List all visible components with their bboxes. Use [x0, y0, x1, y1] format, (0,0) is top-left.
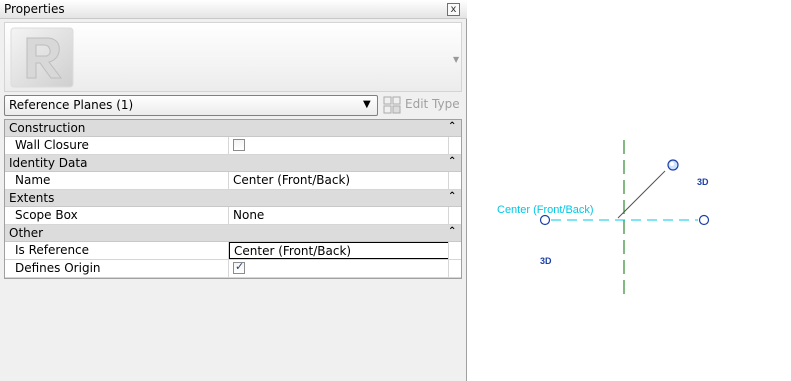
row-end-cell	[448, 207, 461, 224]
3d-toggle-label[interactable]: 3D	[697, 177, 709, 187]
property-name: Wall Closure	[15, 138, 89, 152]
edit-type-button[interactable]: Edit Type	[383, 95, 463, 116]
is-reference-input[interactable]: Center (Front/Back)	[229, 242, 449, 259]
type-selector-dropdown[interactable]: Reference Planes (1) ▼	[4, 95, 378, 116]
group-label: Construction	[9, 121, 86, 135]
close-button[interactable]: x	[447, 3, 460, 16]
property-row-scope-box: Scope Box None	[5, 207, 461, 225]
palette-title: Properties	[4, 2, 65, 16]
group-identity-data[interactable]: Identity Data ⌃	[5, 155, 461, 172]
plane-end-grip-left[interactable]	[539, 214, 551, 226]
plane-end-grip-right[interactable]	[698, 214, 710, 226]
name-value: Center (Front/Back)	[233, 173, 351, 187]
revit-logo-icon	[10, 27, 74, 88]
defines-origin-checkbox[interactable]	[233, 260, 245, 274]
group-label: Extents	[9, 191, 55, 205]
leader-line	[617, 170, 666, 219]
properties-palette: Properties x ▼ Reference Planes (1) ▼ Ed…	[0, 0, 467, 381]
property-row-defines-origin: Defines Origin	[5, 260, 461, 278]
property-value-cell[interactable]: None	[228, 207, 448, 224]
collapse-icon[interactable]: ⌃	[448, 226, 456, 237]
group-extents[interactable]: Extents ⌃	[5, 190, 461, 207]
group-label: Identity Data	[9, 156, 88, 170]
drawing-canvas[interactable]: Center (Front/Back) 3D 3D	[468, 0, 791, 381]
group-label: Other	[9, 226, 44, 240]
property-name: Name	[15, 173, 51, 187]
properties-grid: Construction ⌃ Wall Closure Identity Dat…	[4, 119, 462, 279]
type-selector-value: Reference Planes (1)	[9, 98, 134, 112]
row-end-cell	[448, 242, 461, 259]
collapse-icon[interactable]: ⌃	[448, 156, 456, 167]
group-construction[interactable]: Construction ⌃	[5, 120, 461, 137]
row-end-cell	[448, 260, 461, 277]
preview-dropdown-icon[interactable]: ▼	[453, 55, 459, 64]
scope-box-value: None	[233, 208, 265, 222]
close-icon: x	[450, 4, 457, 15]
is-reference-value: Center (Front/Back)	[234, 244, 352, 258]
property-row-is-reference: Is Reference Center (Front/Back)	[5, 242, 461, 260]
property-name: Defines Origin	[15, 261, 101, 275]
3d-toggle-label[interactable]: 3D	[540, 256, 552, 266]
wall-closure-checkbox[interactable]	[233, 139, 245, 151]
property-value-cell	[228, 260, 448, 277]
palette-titlebar[interactable]: Properties x	[0, 0, 467, 19]
edit-type-label: Edit Type	[405, 97, 460, 111]
property-name: Scope Box	[15, 208, 78, 222]
property-value-cell[interactable]: Center (Front/Back)	[228, 242, 449, 259]
property-value-cell	[228, 137, 448, 154]
row-end-cell	[448, 137, 461, 154]
plane-name-label[interactable]: Center (Front/Back)	[497, 204, 594, 216]
collapse-icon[interactable]: ⌃	[448, 121, 456, 132]
property-name: Is Reference	[15, 243, 90, 257]
view-drawing[interactable]: Center (Front/Back) 3D 3D	[468, 0, 791, 381]
property-row-name: Name Center (Front/Back)	[5, 172, 461, 190]
chevron-down-icon: ▼	[363, 99, 371, 110]
type-preview: ▼	[4, 22, 462, 92]
group-other[interactable]: Other ⌃	[5, 225, 461, 242]
property-row-wall-closure: Wall Closure	[5, 137, 461, 155]
collapse-icon[interactable]: ⌃	[448, 191, 456, 202]
grip-highlight	[670, 162, 674, 166]
row-end-cell	[448, 172, 461, 189]
edit-type-icon	[383, 96, 401, 114]
property-value-cell[interactable]: Center (Front/Back)	[228, 172, 448, 189]
